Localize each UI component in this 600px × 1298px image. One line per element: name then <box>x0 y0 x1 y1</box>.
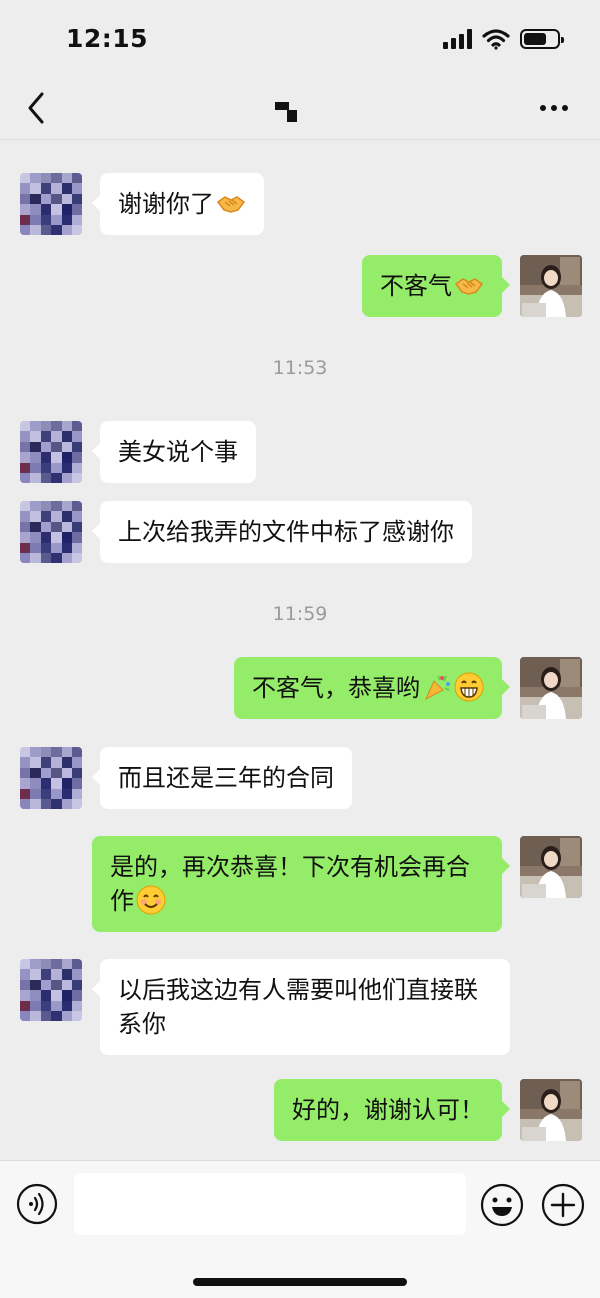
outgoing-message-bubble[interactable]: 好的，谢谢认可！ <box>274 1079 510 1141</box>
contact-avatar[interactable] <box>20 173 82 235</box>
message-input[interactable] <box>74 1173 466 1235</box>
my-avatar[interactable] <box>520 1079 582 1141</box>
message-row: 好的，谢谢认可！ <box>274 1079 582 1141</box>
status-bar: 12:15 <box>0 0 600 78</box>
more-functions-plus-icon[interactable] <box>541 1183 585 1227</box>
my-avatar[interactable] <box>520 657 582 719</box>
my-avatar[interactable] <box>520 255 582 317</box>
message-row: 是的，再次恭喜！下次有机会再合作 <box>92 836 582 932</box>
outgoing-message-bubble[interactable]: 是的，再次恭喜！下次有机会再合作 <box>92 836 510 932</box>
incoming-message-bubble[interactable]: 美女说个事 <box>92 421 256 483</box>
battery-icon <box>520 29 564 49</box>
message-row: 谢谢你了 <box>20 173 264 235</box>
message-timestamp: 11:59 <box>272 603 328 625</box>
handshake-emoji-icon <box>216 188 246 218</box>
handshake-emoji-icon <box>454 270 484 300</box>
emoji-picker-icon[interactable] <box>480 1183 524 1227</box>
message-row: 美女说个事 <box>20 421 256 483</box>
outgoing-message-bubble[interactable]: 不客气 <box>362 255 510 317</box>
home-indicator <box>193 1278 407 1286</box>
incoming-message-bubble[interactable]: 以后我这边有人需要叫他们直接联系你 <box>92 959 510 1055</box>
my-avatar[interactable] <box>520 836 582 898</box>
wifi-icon <box>482 29 510 50</box>
contact-avatar[interactable] <box>20 501 82 563</box>
message-timestamp: 11:53 <box>272 357 328 379</box>
cellular-signal-icon <box>443 29 472 49</box>
chat-header <box>0 78 600 140</box>
incoming-message-bubble[interactable]: 而且还是三年的合同 <box>92 747 352 809</box>
message-text: 谢谢你了 <box>118 190 214 218</box>
status-icons <box>443 28 564 50</box>
party-popper-emoji-icon <box>425 675 451 700</box>
message-row: 而且还是三年的合同 <box>20 747 352 809</box>
message-row: 上次给我弄的文件中标了感谢你 <box>20 501 472 563</box>
voice-input-icon[interactable] <box>16 1183 58 1225</box>
more-options-icon[interactable] <box>540 98 572 118</box>
message-text: 不客气 <box>380 272 452 300</box>
message-row: 不客气，恭喜哟 <box>234 657 582 719</box>
incoming-message-bubble[interactable]: 谢谢你了 <box>92 173 264 235</box>
message-text: 不客气，恭喜哟 <box>252 674 420 702</box>
contact-avatar[interactable] <box>20 421 82 483</box>
grinning-face-emoji-icon <box>454 672 484 702</box>
status-time: 12:15 <box>66 24 149 53</box>
contact-title-mark-icon <box>275 102 297 122</box>
incoming-message-bubble[interactable]: 上次给我弄的文件中标了感谢你 <box>92 501 472 563</box>
message-row: 不客气 <box>362 255 582 317</box>
contact-avatar[interactable] <box>20 959 82 1021</box>
smiling-face-emoji-icon <box>136 885 166 915</box>
outgoing-message-bubble[interactable]: 不客气，恭喜哟 <box>234 657 510 719</box>
contact-avatar[interactable] <box>20 747 82 809</box>
message-row: 以后我这边有人需要叫他们直接联系你 <box>20 959 510 1055</box>
back-chevron-icon[interactable] <box>22 90 52 126</box>
battery-level <box>524 33 547 45</box>
